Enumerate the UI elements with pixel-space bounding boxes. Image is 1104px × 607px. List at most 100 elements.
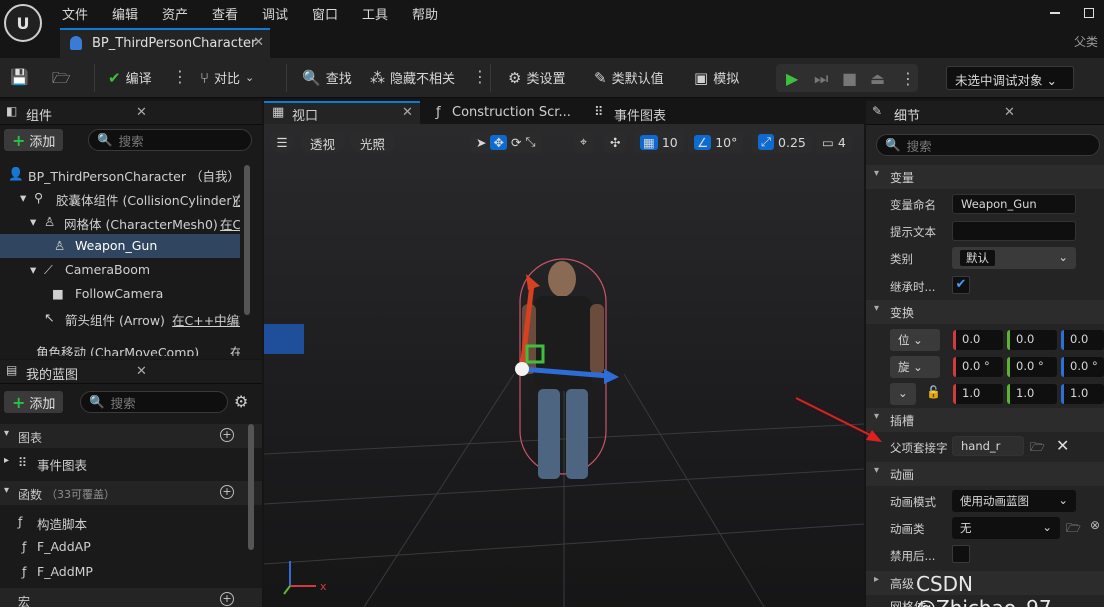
rotation-snap-button[interactable]: ∠ 10° (688, 131, 744, 153)
eject-icon[interactable]: ⏏ (870, 69, 885, 88)
function-item[interactable]: ƒ F_AddAP (0, 535, 240, 559)
rotation-y-field[interactable]: 0.0 ° (1007, 357, 1057, 377)
tree-item-root[interactable]: 👤 BP_ThirdPersonCharacter （自我） (0, 162, 240, 186)
close-icon[interactable]: ✕ (136, 105, 147, 120)
scale-z-field[interactable]: 1.0 (1061, 384, 1104, 404)
components-search-input[interactable]: 🔍 搜索 (88, 129, 252, 151)
location-mode-dropdown[interactable]: 位 ⌄ (890, 329, 940, 351)
rotation-mode-dropdown[interactable]: 旋 ⌄ (890, 356, 940, 378)
coord-space-button[interactable]: ⌖ (574, 131, 594, 153)
blueprint-scrollbar[interactable] (248, 424, 254, 550)
gear-icon[interactable]: ⚙ (234, 392, 248, 411)
tree-item-char-move[interactable]: 角色移动 (CharMoveComp) 在C (0, 340, 240, 356)
play-icon[interactable]: ▶ (786, 69, 798, 88)
class-settings-button[interactable]: ⚙ 类设置 (508, 68, 565, 88)
details-search-input[interactable]: 🔍 搜索 (876, 134, 1100, 156)
surface-snap-button[interactable]: ✣ (604, 131, 627, 153)
scale-icon[interactable]: ⤡ (525, 134, 535, 150)
unreal-logo-icon[interactable]: U (4, 4, 42, 42)
tree-item-camera-boom[interactable]: ▾ ⟋ CameraBoom (0, 258, 240, 282)
menu-view[interactable]: 查看 (212, 4, 238, 23)
menu-tools[interactable]: 工具 (362, 4, 388, 23)
close-icon[interactable]: ✕ (136, 364, 147, 379)
variable-name-field[interactable]: Weapon_Gun (952, 194, 1076, 214)
components-scrollbar[interactable] (244, 165, 250, 315)
browse-button[interactable]: 🗁 (52, 68, 71, 93)
scale-y-field[interactable]: 1.0 (1007, 384, 1057, 404)
parent-socket-field[interactable]: hand_r (952, 436, 1024, 456)
menu-file[interactable]: 文件 (62, 4, 88, 23)
rotate-icon[interactable]: ⟳ (511, 135, 521, 150)
clear-icon[interactable]: ✕ (1056, 436, 1069, 455)
lit-button[interactable]: 光照 (350, 131, 396, 153)
add-member-button[interactable]: + 添加 (4, 391, 64, 413)
tree-item-capsule[interactable]: ▾ ⚲ 胶囊体组件 (CollisionCylinder)在 (0, 186, 240, 210)
perspective-button[interactable]: 透视 (300, 131, 346, 153)
scale-snap-button[interactable]: ⤢ 0.25 (752, 131, 812, 153)
location-x-field[interactable]: 0.0 (953, 330, 1003, 350)
add-function-icon[interactable]: + (220, 485, 234, 499)
function-item[interactable]: ƒ F_AddMP (0, 560, 240, 584)
macros-category[interactable]: 宏 + (0, 588, 262, 607)
edit-in-cpp-link[interactable]: 在C++中编辑 (172, 310, 240, 329)
section-socket[interactable]: ▾ 插槽 (866, 408, 1104, 432)
graphs-category[interactable]: ▾ 图表 + (0, 424, 262, 448)
tree-item-arrow[interactable]: ↖ 箭头组件 (Arrow) 在C++中编辑 (0, 306, 240, 330)
scale-x-field[interactable]: 1.0 (953, 384, 1003, 404)
menu-debug[interactable]: 调试 (262, 4, 288, 23)
parent-class-label[interactable]: 父类 (1074, 33, 1098, 50)
grid-snap-button[interactable]: ▦ 10 (634, 131, 684, 153)
edit-in-cpp-link[interactable]: 在 (234, 190, 240, 209)
compile-button[interactable]: ✔ 编译 (108, 68, 152, 88)
lock-icon[interactable]: 🔓 (926, 385, 941, 399)
debug-object-select[interactable]: 未选中调试对象 ⌄ (946, 66, 1074, 90)
minimize-icon[interactable] (1050, 12, 1060, 14)
compile-options-icon[interactable]: ⋮ (172, 67, 188, 86)
browse-asset-icon[interactable]: 🗁 (1066, 519, 1081, 540)
rotation-z-field[interactable]: 0.0 ° (1061, 357, 1104, 377)
add-graph-icon[interactable]: + (220, 428, 234, 442)
tooltip-field[interactable] (952, 221, 1076, 241)
class-defaults-button[interactable]: ✎ 类默认值 (594, 68, 664, 88)
section-transform[interactable]: ▾ 变换 (866, 300, 1104, 324)
maximize-icon[interactable] (1084, 8, 1094, 18)
tree-item-weapon-gun[interactable]: ♙ Weapon_Gun (0, 234, 240, 258)
tree-item-mesh[interactable]: ▾ ♙ 网格体 (CharacterMesh0) 在C (0, 210, 240, 234)
gizmo-center[interactable] (515, 362, 529, 376)
menu-asset[interactable]: 资产 (162, 4, 188, 23)
select-icon[interactable]: ➤ (476, 135, 486, 150)
event-graph-item[interactable]: ▸ ⠿ 事件图表 (0, 451, 240, 475)
animation-mode-dropdown[interactable]: 使用动画蓝图 ⌄ (952, 490, 1076, 512)
blueprint-search-input[interactable]: 🔍 搜索 (80, 391, 228, 413)
close-icon[interactable]: ✕ (1004, 105, 1015, 120)
add-component-button[interactable]: + 添加 (4, 129, 64, 151)
disable-post-checkbox[interactable] (952, 545, 970, 563)
move-icon[interactable]: ✥ (490, 134, 507, 150)
scale-mode-dropdown[interactable]: ⌄ (890, 383, 916, 405)
section-animation[interactable]: ▾ 动画 (866, 462, 1104, 486)
section-variable[interactable]: ▾ 变量 (866, 165, 1104, 189)
clear-icon[interactable]: ⊗ (1090, 518, 1100, 532)
camera-speed-button[interactable]: ▭ 4 (816, 131, 852, 153)
animation-class-dropdown[interactable]: 无 ⌄ (952, 517, 1060, 539)
edit-in-cpp-link[interactable]: 在C (220, 214, 240, 233)
edit-in-cpp-link[interactable]: 在C (230, 342, 240, 356)
close-icon[interactable]: ✕ (253, 35, 264, 50)
play-options-icon[interactable]: ⋮ (900, 69, 916, 88)
inherit-checkbox[interactable]: ✔ (952, 276, 970, 294)
functions-category[interactable]: ▾ 函数 （33可覆盖） + (0, 481, 262, 505)
menu-window[interactable]: 窗口 (312, 4, 338, 23)
3d-viewport[interactable]: x (264, 124, 864, 607)
add-macro-icon[interactable]: + (220, 592, 234, 606)
tab-viewport[interactable] (264, 101, 420, 125)
function-item[interactable]: ƒ 构造脚本 (0, 510, 240, 534)
viewport-menu-button[interactable]: ☰ (270, 131, 294, 153)
diff-button[interactable]: ⑂ 对比 ⌄ (200, 68, 254, 88)
menu-edit[interactable]: 编辑 (112, 4, 138, 23)
document-tab[interactable]: BP_ThirdPersonCharacter ✕ (60, 28, 270, 58)
browse-socket-icon[interactable]: 🗁 (1030, 438, 1045, 459)
find-options-icon[interactable]: ⋮ (472, 67, 488, 86)
tree-item-follow-camera[interactable]: ■ FollowCamera (0, 282, 240, 306)
find-button[interactable]: 🔍 查找 (302, 68, 352, 88)
location-y-field[interactable]: 0.0 (1007, 330, 1057, 350)
